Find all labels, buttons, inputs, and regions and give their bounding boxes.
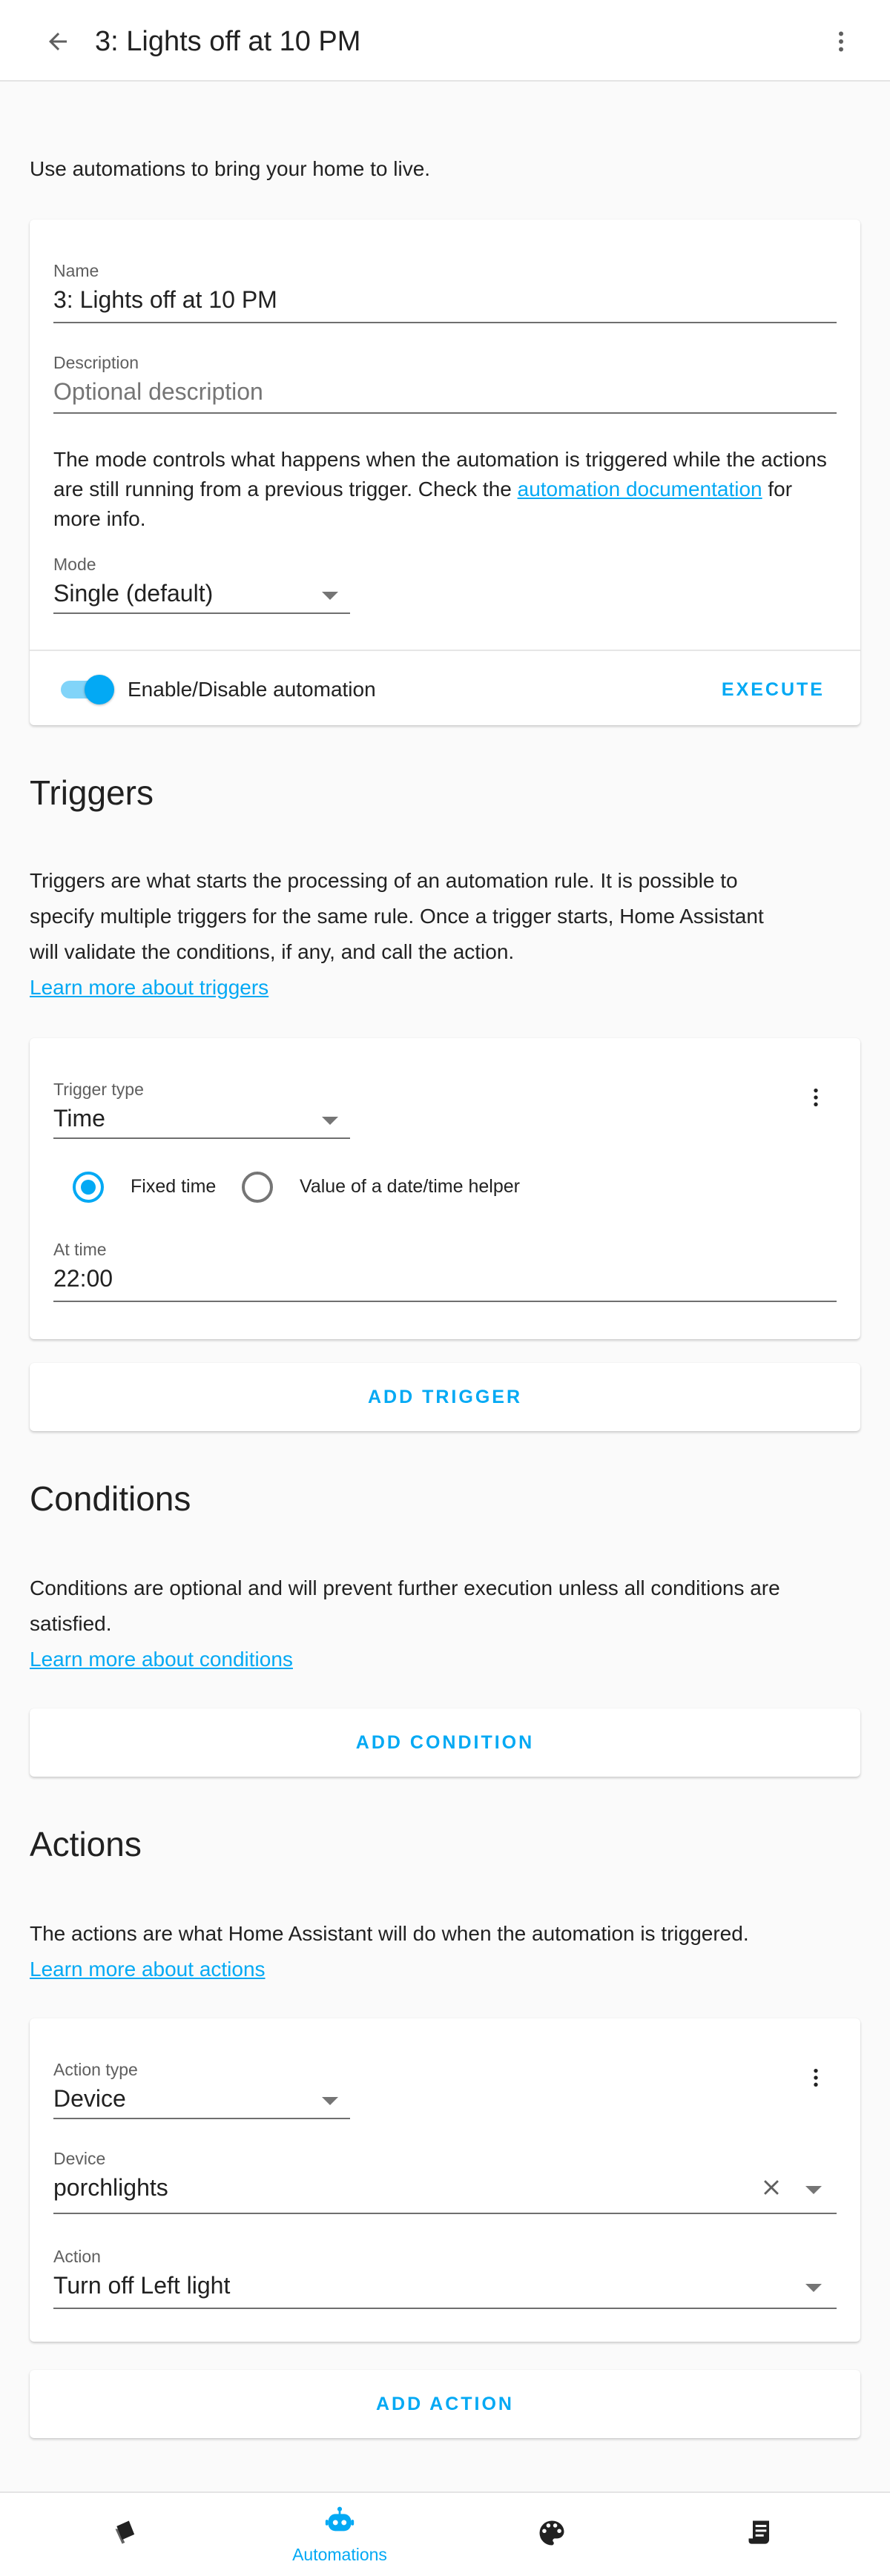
description-label: Description <box>53 353 139 372</box>
add-action-button[interactable]: ADD ACTION <box>30 2370 860 2438</box>
description-field[interactable]: Optional description <box>53 378 263 406</box>
mode-underline <box>53 612 350 614</box>
mode-help-text: The mode controls what happens when the … <box>53 445 837 534</box>
device-field[interactable]: porchlights <box>53 2174 168 2202</box>
palette-icon <box>535 2517 568 2553</box>
learn-more-actions-link[interactable]: Learn more about actions <box>30 1958 266 1981</box>
bottom-navigation: Automations <box>0 2491 890 2576</box>
triggers-title: Triggers <box>30 773 154 812</box>
automation-details-card: Name 3: Lights off at 10 PM Description … <box>30 219 860 725</box>
trigger-type-select[interactable]: Time <box>53 1105 105 1132</box>
action-label: Action <box>53 2247 101 2266</box>
action-card: Action type Device Device porchlights Ac… <box>30 2018 860 2342</box>
mode-select[interactable]: Single (default) <box>53 580 213 607</box>
actions-title: Actions <box>30 1825 142 1863</box>
radio-fixed-time-dot <box>81 1180 96 1195</box>
name-label: Name <box>53 261 99 280</box>
clear-icon[interactable] <box>756 2173 786 2202</box>
trigger-more-vert-icon[interactable] <box>801 1078 831 1117</box>
trigger-type-dropdown-arrow-icon[interactable] <box>322 1117 338 1125</box>
toggle-thumb <box>85 675 114 704</box>
enable-label: Enable/Disable automation <box>128 678 376 701</box>
conditions-description: Conditions are optional and will prevent… <box>30 1571 786 1677</box>
device-dropdown-arrow-icon[interactable] <box>805 2186 822 2194</box>
actions-description: The actions are what Home Assistant will… <box>30 1916 786 1987</box>
name-underline <box>53 322 837 323</box>
conditions-description-text: Conditions are optional and will prevent… <box>30 1576 780 1635</box>
radio-helper[interactable] <box>242 1172 273 1203</box>
robot-icon <box>323 2504 357 2542</box>
action-dropdown-arrow-icon[interactable] <box>805 2284 822 2292</box>
add-trigger-button[interactable]: ADD TRIGGER <box>30 1363 860 1431</box>
nav-item-automations[interactable]: Automations <box>228 2493 451 2576</box>
more-vert-icon[interactable] <box>822 22 860 61</box>
learn-more-conditions-link[interactable]: Learn more about conditions <box>30 1648 293 1671</box>
mode-dropdown-arrow-icon[interactable] <box>322 592 338 600</box>
mode-label: Mode <box>53 555 96 574</box>
add-condition-button[interactable]: ADD CONDITION <box>30 1708 860 1777</box>
nav-item-palette[interactable] <box>441 2493 663 2576</box>
action-type-label: Action type <box>53 2060 138 2079</box>
radio-helper-label: Value of a date/time helper <box>300 1176 520 1197</box>
conditions-title: Conditions <box>30 1479 191 1518</box>
name-field[interactable]: 3: Lights off at 10 PM <box>53 286 277 314</box>
at-time-underline <box>53 1301 837 1302</box>
action-type-dropdown-arrow-icon[interactable] <box>322 2097 338 2105</box>
action-select[interactable]: Turn off Left light <box>53 2272 230 2299</box>
nav-item-cards[interactable] <box>16 2493 239 2576</box>
automation-documentation-link[interactable]: automation documentation <box>518 478 762 501</box>
action-more-vert-icon[interactable] <box>801 2058 831 2097</box>
nav-label-automations: Automations <box>292 2545 387 2564</box>
back-arrow-icon[interactable] <box>39 22 77 61</box>
trigger-type-label: Trigger type <box>53 1080 144 1099</box>
page-title: 3: Lights off at 10 PM <box>95 26 361 57</box>
action-underline <box>53 2308 837 2309</box>
script-icon <box>745 2517 777 2553</box>
triggers-description-text: Triggers are what starts the processing … <box>30 869 764 963</box>
at-time-label: At time <box>53 1240 107 1259</box>
actions-description-text: The actions are what Home Assistant will… <box>30 1922 749 1945</box>
radio-fixed-time[interactable] <box>73 1172 104 1203</box>
cards-icon <box>111 2517 144 2553</box>
action-type-select[interactable]: Device <box>53 2085 126 2113</box>
action-type-underline <box>53 2118 350 2119</box>
triggers-description: Triggers are what starts the processing … <box>30 863 786 1005</box>
nav-item-scripts[interactable] <box>650 2493 872 2576</box>
app-bar: 3: Lights off at 10 PM <box>0 0 890 82</box>
trigger-card: Trigger type Time Fixed time Value of a … <box>30 1038 860 1339</box>
at-time-field[interactable]: 22:00 <box>53 1265 113 1292</box>
execute-button[interactable]: EXECUTE <box>722 679 825 701</box>
device-underline <box>53 2213 837 2214</box>
learn-more-triggers-link[interactable]: Learn more about triggers <box>30 976 268 999</box>
trigger-type-underline <box>53 1137 350 1139</box>
device-label: Device <box>53 2149 106 2168</box>
radio-fixed-time-label: Fixed time <box>131 1176 217 1197</box>
enable-toggle[interactable] <box>61 675 114 704</box>
intro-text: Use automations to bring your home to li… <box>30 157 431 180</box>
description-underline <box>53 412 837 414</box>
card-divider <box>30 650 860 651</box>
